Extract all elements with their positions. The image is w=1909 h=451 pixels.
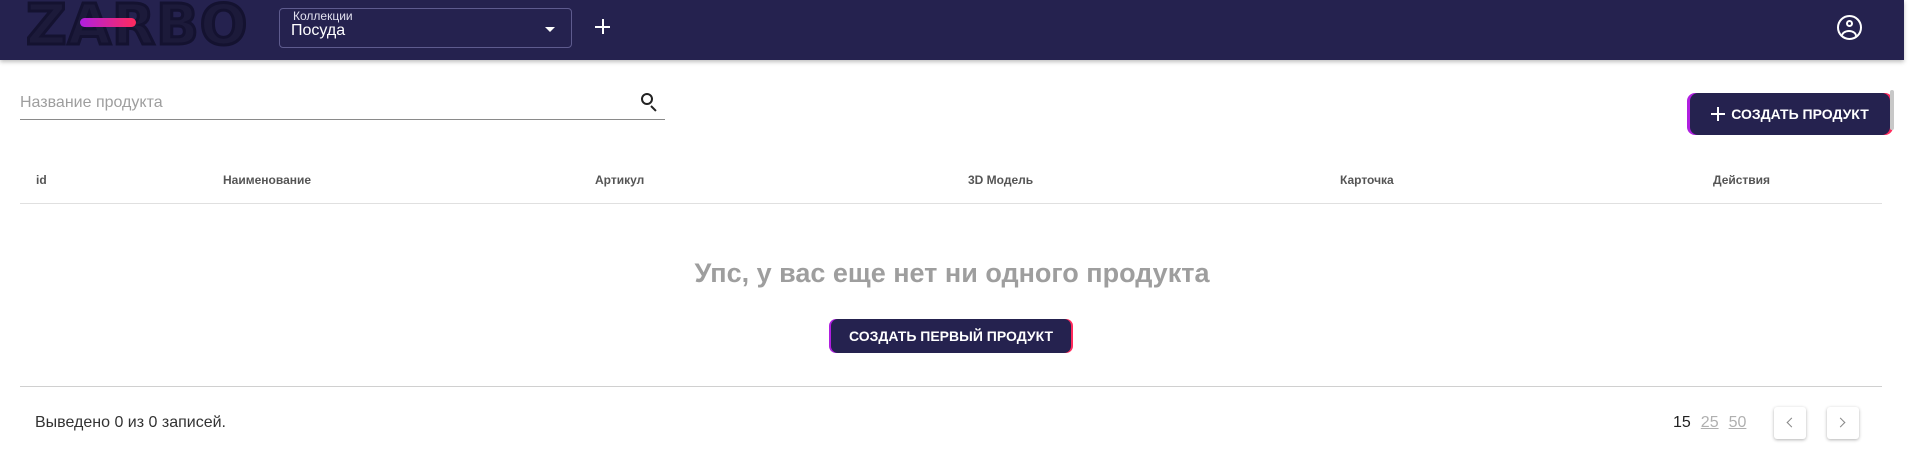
product-search: [20, 88, 665, 120]
collection-select-value: Посуда: [291, 22, 346, 39]
top-app-bar: ZARBO Коллекции Посуда: [0, 0, 1904, 60]
search-icon[interactable]: [641, 93, 659, 112]
dropdown-caret-icon: [545, 27, 555, 32]
column-actions: Действия: [1713, 173, 1771, 187]
logo-text: ZARBO: [24, 0, 249, 58]
search-handle: [650, 105, 657, 112]
page-size-selector: 15 25 50: [1673, 414, 1746, 432]
page-size-15[interactable]: 15: [1673, 414, 1691, 432]
chevron-right-icon: [1835, 417, 1846, 428]
zarbo-logo[interactable]: ZARBO: [24, 0, 248, 55]
table-header: id Наименование Артикул 3D Модель Карточ…: [20, 164, 1882, 204]
page-size-25[interactable]: 25: [1701, 414, 1719, 432]
footer-divider: [20, 386, 1882, 387]
create-first-product-label: СОЗДАТЬ ПЕРВЫЙ ПРОДУКТ: [848, 328, 1054, 344]
records-info: Выведено 0 из 0 записей.: [35, 414, 226, 431]
collection-select[interactable]: Коллекции Посуда: [279, 8, 572, 48]
column-name[interactable]: Наименование: [223, 173, 311, 187]
account-body: [1841, 30, 1857, 38]
create-product-button[interactable]: СОЗДАТЬ ПРОДУКТ: [1690, 93, 1890, 135]
product-search-input[interactable]: [20, 90, 620, 116]
add-collection-button[interactable]: [590, 14, 616, 40]
plus-icon: [1711, 107, 1726, 121]
create-product-label: СОЗДАТЬ ПРОДУКТ: [1731, 106, 1869, 122]
chevron-left-icon: [1786, 417, 1797, 428]
search-lens: [641, 93, 653, 105]
empty-state-message: Упс, у вас еще нет ни одного продукта: [694, 258, 1210, 288]
page-size-50[interactable]: 50: [1729, 414, 1747, 432]
collection-select-label: Коллекции: [291, 9, 355, 23]
column-article[interactable]: Артикул: [595, 173, 644, 187]
column-3d-model[interactable]: 3D Модель: [968, 173, 1033, 187]
column-card[interactable]: Карточка: [1340, 173, 1394, 187]
create-first-product-button[interactable]: СОЗДАТЬ ПЕРВЫЙ ПРОДУКТ: [831, 319, 1071, 353]
scrollbar[interactable]: [1890, 90, 1894, 130]
account-head: [1845, 20, 1853, 27]
account-circle-icon[interactable]: [1837, 15, 1862, 40]
column-id[interactable]: id: [36, 173, 47, 187]
next-page-button[interactable]: [1827, 407, 1859, 439]
prev-page-button[interactable]: [1774, 407, 1806, 439]
logo-accent-bar: [80, 18, 136, 27]
